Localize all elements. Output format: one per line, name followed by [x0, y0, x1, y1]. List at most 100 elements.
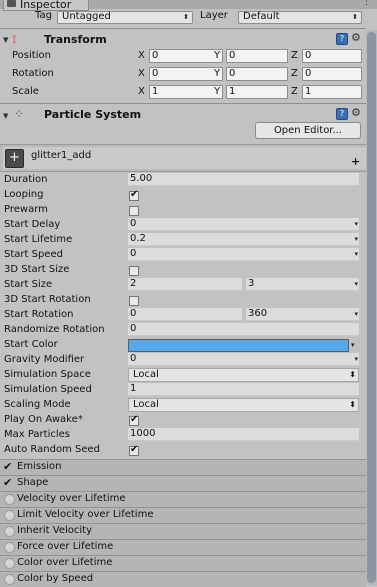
- gear-icon[interactable]: ⚙: [351, 107, 363, 119]
- scaling-mode-dropdown[interactable]: Local ⬍: [128, 398, 359, 412]
- start-lifetime-field[interactable]: 0.2 ▾: [128, 233, 359, 246]
- module-inherit-velocity[interactable]: Inherit Velocity: [0, 523, 366, 539]
- scale-y-value: 1: [229, 86, 236, 97]
- chevron-down-icon[interactable]: ▾: [354, 234, 358, 244]
- module-toggle-icon[interactable]: [4, 494, 15, 505]
- add-system-button[interactable]: +: [5, 149, 24, 168]
- layer-dropdown[interactable]: Default ⬍: [238, 11, 362, 24]
- 3d-start-rotation-checkbox[interactable]: [129, 296, 139, 306]
- tag-dropdown[interactable]: Untagged ⬍: [57, 11, 193, 24]
- module-color-over-lifetime[interactable]: Color over Lifetime: [0, 555, 366, 571]
- check-mark-icon: ✔: [130, 189, 139, 200]
- duration-field[interactable]: 5.00: [128, 173, 359, 186]
- chevron-down-icon[interactable]: ▾: [354, 279, 358, 289]
- help-icon[interactable]: ?: [336, 33, 348, 45]
- chevron-down-icon[interactable]: ▾: [351, 340, 355, 350]
- simulation-speed-label: Simulation Speed: [4, 384, 92, 395]
- chevron-down-icon[interactable]: ▾: [354, 354, 358, 364]
- auto-random-seed-checkbox[interactable]: ✔: [129, 444, 139, 456]
- start-size-max-field[interactable]: 3 ▾: [246, 278, 359, 291]
- module-toggle-icon[interactable]: [4, 542, 15, 553]
- tab-menu-icon[interactable]: ⋮: [362, 0, 371, 7]
- open-editor-button[interactable]: Open Editor...: [255, 122, 361, 139]
- randomize-rotation-field[interactable]: 0: [128, 323, 359, 336]
- randomize-rotation-value: 0: [130, 323, 137, 334]
- simulation-speed-value: 1: [130, 383, 137, 394]
- start-size-label: Start Size: [4, 279, 53, 290]
- scrollbar-thumb[interactable]: [367, 32, 376, 583]
- start-size-min-field[interactable]: 2: [128, 278, 242, 291]
- module-label: Emission: [17, 461, 62, 472]
- module-label: Inherit Velocity: [17, 525, 92, 536]
- chevron-down-icon[interactable]: ▾: [354, 219, 358, 229]
- start-lifetime-value: 0.2: [130, 233, 146, 244]
- scale-x-value: 1: [152, 86, 159, 97]
- fold-arrow-icon[interactable]: ▼: [3, 112, 8, 121]
- x-axis-label: X: [138, 86, 145, 97]
- scaling-mode-label: Scaling Mode: [4, 399, 71, 410]
- max-particles-value: 1000: [130, 428, 156, 439]
- module-toggle-icon[interactable]: [4, 574, 15, 585]
- start-rotation-min-value: 0: [130, 308, 137, 319]
- simulation-space-dropdown[interactable]: Local ⬍: [128, 368, 359, 382]
- gear-icon[interactable]: ⚙: [351, 32, 363, 44]
- chevron-down-icon[interactable]: ▾: [354, 249, 358, 259]
- 3d-start-size-checkbox[interactable]: [129, 266, 139, 276]
- check-mark-icon[interactable]: ✔: [3, 460, 12, 474]
- z-axis-label: Z: [291, 50, 298, 61]
- layer-label: Layer: [200, 10, 228, 21]
- looping-checkbox[interactable]: ✔: [129, 189, 139, 201]
- position-label: Position: [12, 50, 51, 61]
- gravity-modifier-field[interactable]: 0 ▾: [128, 353, 359, 366]
- start-color-swatch[interactable]: [128, 339, 349, 352]
- fold-arrow-icon[interactable]: ▼: [3, 36, 8, 45]
- stepper-arrow-icon: ⬍: [349, 370, 356, 379]
- module-limit-velocity-over-lifetime[interactable]: Limit Velocity over Lifetime: [0, 507, 366, 523]
- max-particles-field[interactable]: 1000: [128, 428, 359, 441]
- module-toggle-icon[interactable]: [4, 558, 15, 569]
- chevron-down-icon[interactable]: ▾: [354, 309, 358, 319]
- scale-y-field[interactable]: 1: [226, 85, 288, 99]
- position-x-field[interactable]: 0: [149, 49, 223, 63]
- 3d-start-size-label: 3D Start Size: [4, 264, 70, 275]
- module-toggle-icon[interactable]: [4, 510, 15, 521]
- particle-system-name: glitter1_add: [31, 150, 92, 161]
- start-speed-value: 0: [130, 248, 137, 259]
- start-speed-label: Start Speed: [4, 249, 63, 260]
- simulation-speed-field[interactable]: 1: [128, 383, 359, 396]
- transform-title: Transform: [44, 33, 107, 46]
- rotation-x-field[interactable]: 0: [149, 67, 223, 81]
- particle-system-icon: ⁘: [14, 107, 25, 121]
- module-label: Shape: [17, 477, 49, 488]
- x-axis-label: X: [138, 68, 145, 79]
- scale-z-field[interactable]: 1: [302, 85, 362, 99]
- module-toggle-icon[interactable]: [4, 526, 15, 537]
- start-rotation-min-field[interactable]: 0: [128, 308, 242, 321]
- module-emission[interactable]: ✔ Emission: [0, 459, 366, 475]
- play-on-awake-checkbox[interactable]: ✔: [129, 414, 139, 426]
- module-force-over-lifetime[interactable]: Force over Lifetime: [0, 539, 366, 555]
- stepper-arrow-icon: ⬍: [349, 400, 356, 409]
- start-speed-field[interactable]: 0 ▾: [128, 248, 359, 261]
- add-icon[interactable]: +: [351, 156, 360, 167]
- start-rotation-max-field[interactable]: 360 ▾: [246, 308, 359, 321]
- rotation-z-field[interactable]: 0: [302, 67, 362, 81]
- duration-value: 5.00: [130, 173, 153, 184]
- prewarm-checkbox[interactable]: [129, 206, 139, 216]
- x-axis-label: X: [138, 50, 145, 61]
- rotation-y-field[interactable]: 0: [226, 67, 288, 81]
- check-mark-icon[interactable]: ✔: [3, 476, 12, 490]
- scale-x-field[interactable]: 1: [149, 85, 223, 99]
- help-icon[interactable]: ?: [336, 108, 348, 120]
- start-delay-field[interactable]: 0 ▾: [128, 218, 359, 231]
- position-z-field[interactable]: 0: [302, 49, 362, 63]
- randomize-rotation-label: Randomize Rotation: [4, 324, 105, 335]
- check-mark-icon: ✔: [130, 414, 139, 425]
- module-shape[interactable]: ✔ Shape: [0, 475, 366, 491]
- module-velocity-over-lifetime[interactable]: Velocity over Lifetime: [0, 491, 366, 507]
- gravity-modifier-value: 0: [130, 353, 137, 364]
- position-y-field[interactable]: 0: [226, 49, 288, 63]
- start-delay-label: Start Delay: [4, 219, 61, 230]
- z-axis-label: Z: [291, 68, 298, 79]
- simulation-space-label: Simulation Space: [4, 369, 91, 380]
